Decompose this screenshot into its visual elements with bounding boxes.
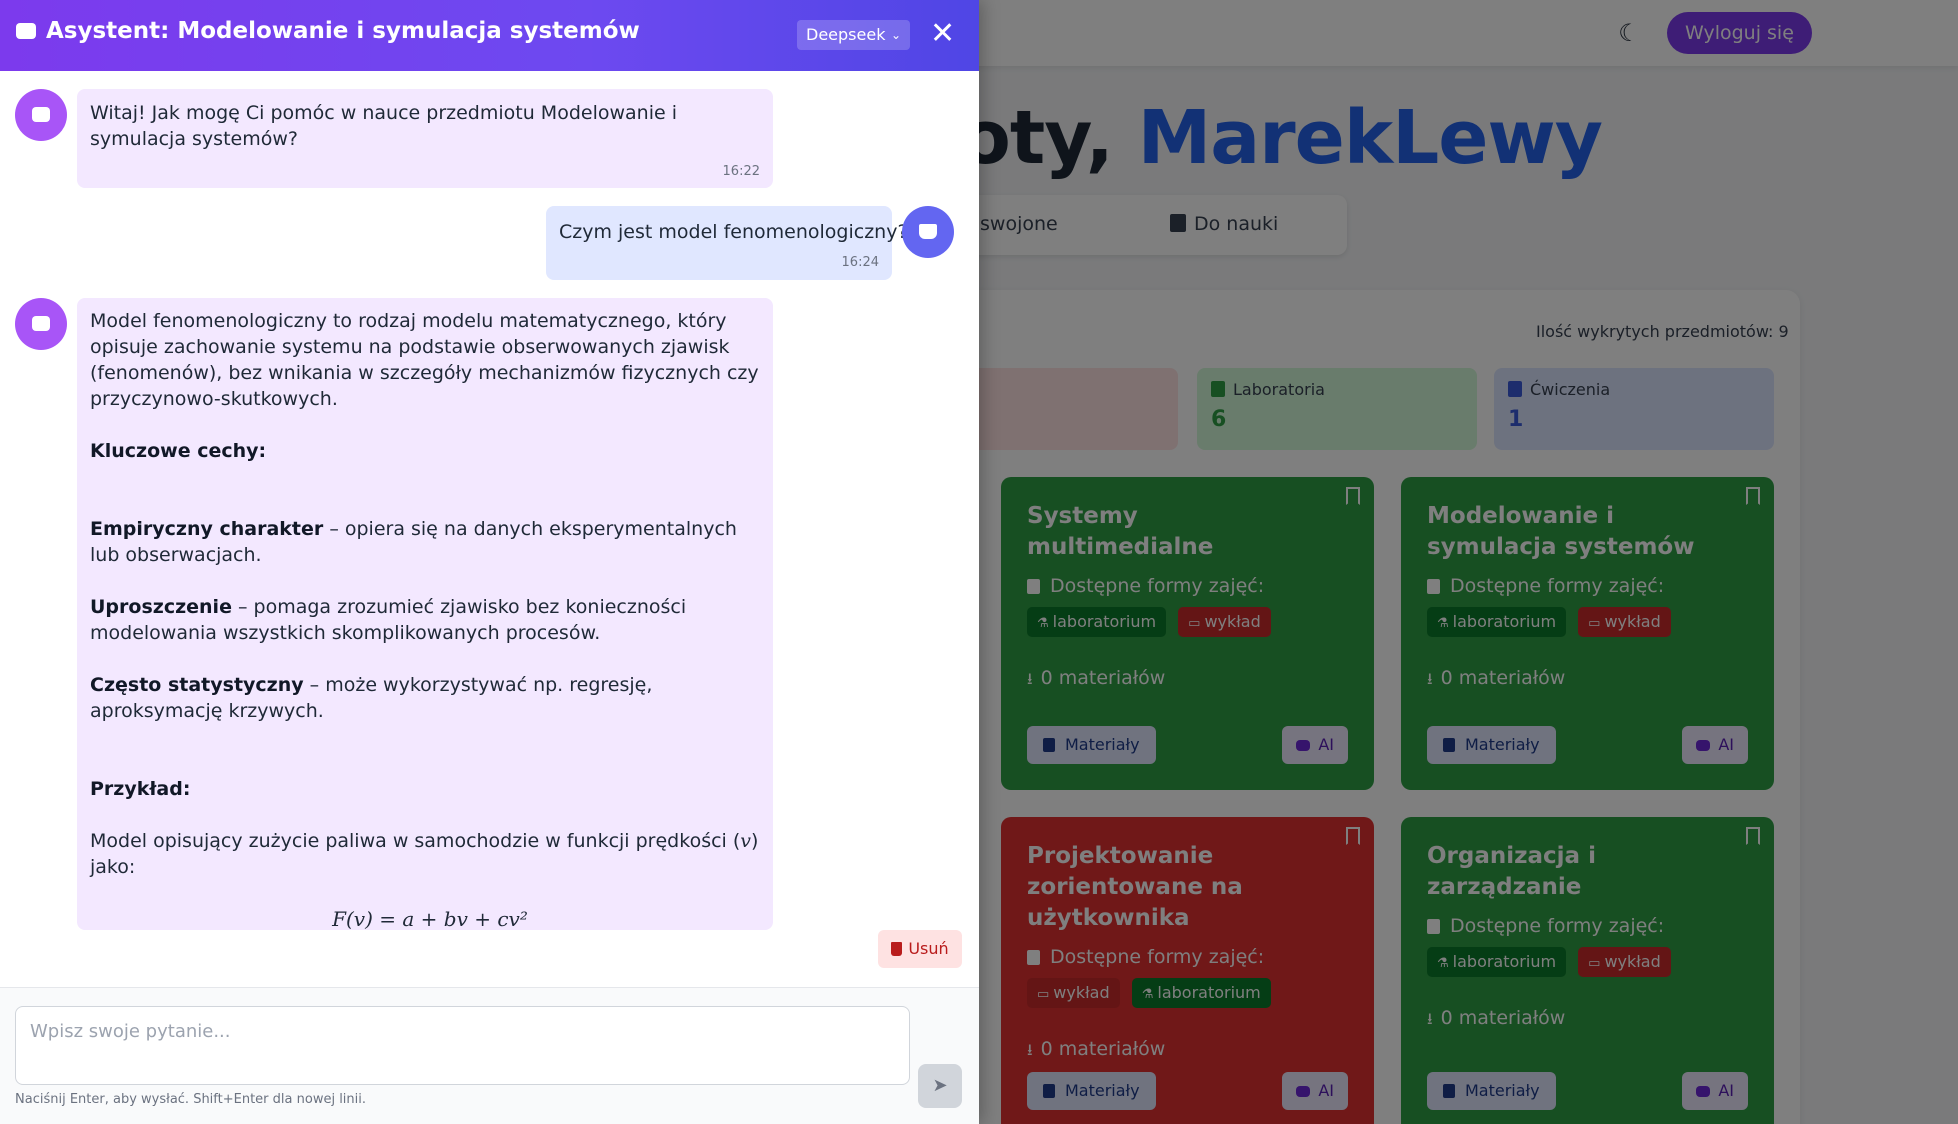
model-select[interactable]: Deepseek ⌄ (797, 20, 910, 50)
chat-input[interactable] (15, 1006, 910, 1085)
math-variable: v (740, 830, 752, 852)
input-hint: Naciśnij Enter, aby wysłać. Shift+Enter … (15, 1092, 367, 1107)
bot-message: Model fenomenologiczny to rodzaj modelu … (77, 298, 773, 930)
section-heading: Przykład: (90, 778, 191, 800)
chat-header: Asystent: Modelowanie i symulacja system… (0, 0, 979, 71)
delete-label: Usuń (908, 939, 949, 958)
send-icon: ➤ (932, 1075, 948, 1096)
trash-icon (891, 942, 903, 956)
message-text: Witaj! Jak mogę Ci pomóc w nauce przedmi… (90, 102, 677, 150)
chevron-down-icon: ⌄ (890, 28, 901, 42)
chat-title-text: Asystent: Modelowanie i symulacja system… (46, 18, 640, 44)
feature-term: Uproszczenie (90, 596, 232, 618)
example-text: Model opisujący zużycie paliwa w samocho… (90, 828, 770, 880)
robot-icon (16, 23, 36, 39)
example-text-part: Model opisujący zużycie paliwa w samocho… (90, 830, 741, 852)
message-paragraph: Model fenomenologiczny to rodzaj modelu … (90, 310, 759, 410)
message-time: 16:22 (722, 164, 760, 179)
user-message: Czym jest model fenomenologiczny? 16:24 (546, 206, 908, 280)
robot-icon (32, 316, 50, 331)
feature-item: Często statystyczny – może wykorzystywać… (90, 672, 770, 724)
bot-avatar (15, 89, 67, 141)
feature-item: Empiryczny charakter – opiera się na dan… (90, 516, 770, 568)
bot-avatar (15, 298, 67, 350)
message-time: 16:24 (841, 255, 879, 270)
graduate-icon (919, 224, 937, 239)
math-formula: F(v) = a + bv + cv² (332, 907, 528, 930)
message-text: Czym jest model fenomenologiczny? (559, 221, 908, 243)
feature-item: Uproszczenie – pomaga zrozumieć zjawisko… (90, 594, 770, 646)
bot-message: Witaj! Jak mogę Ci pomóc w nauce przedmi… (77, 89, 773, 188)
feature-term: Często statystyczny (90, 674, 304, 696)
feature-term: Empiryczny charakter (90, 518, 324, 540)
message-body: Model fenomenologiczny to rodzaj modelu … (90, 308, 770, 930)
send-button[interactable]: ➤ (918, 1064, 962, 1108)
chat-drawer: Asystent: Modelowanie i symulacja system… (0, 0, 979, 1124)
robot-icon (32, 107, 50, 122)
section-heading: Kluczowe cechy: (90, 440, 267, 462)
chat-title: Asystent: Modelowanie i symulacja system… (16, 18, 640, 44)
user-avatar (902, 206, 954, 258)
close-icon[interactable]: ✕ (930, 16, 955, 52)
model-select-value: Deepseek (806, 25, 886, 44)
delete-button[interactable]: Usuń (878, 930, 962, 968)
